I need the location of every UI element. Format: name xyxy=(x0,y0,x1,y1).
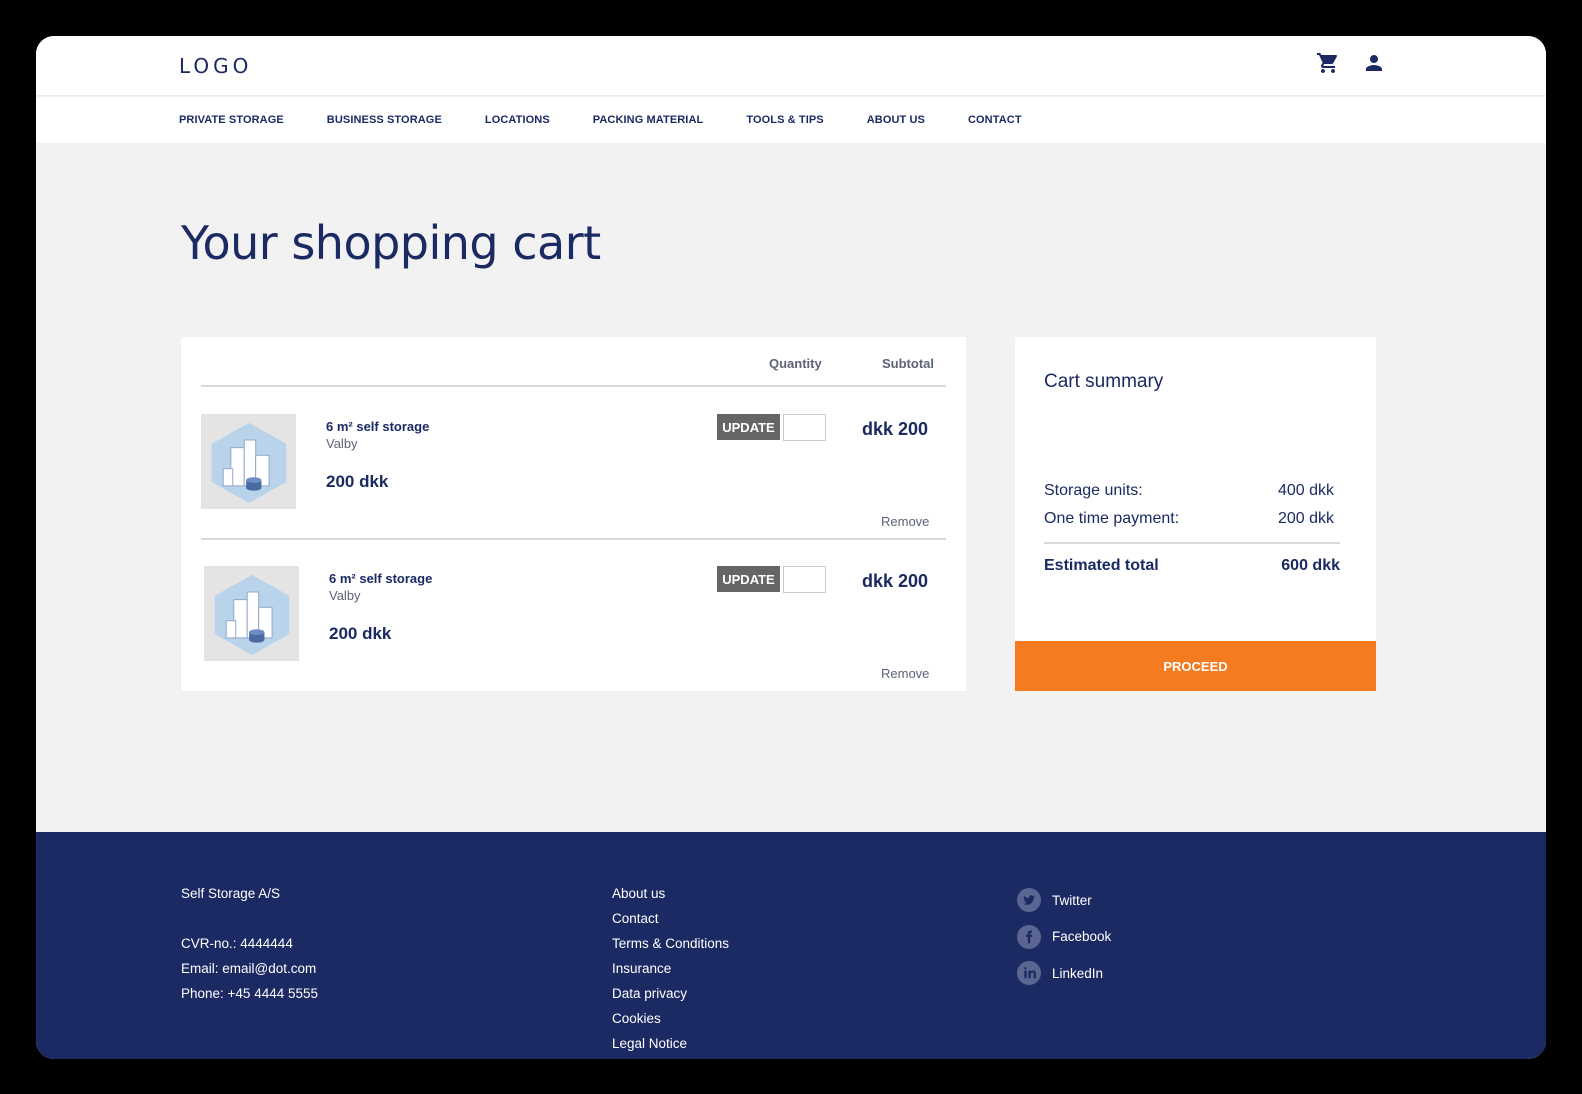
update-button[interactable]: UPDATE xyxy=(717,566,780,592)
footer-link-terms[interactable]: Terms & Conditions xyxy=(612,936,729,961)
footer-link-legal-notice[interactable]: Legal Notice xyxy=(612,1036,729,1059)
social-label: Twitter xyxy=(1052,892,1092,908)
logo[interactable]: LOGO xyxy=(179,54,252,78)
cart-item-row: 6 m² self storage Valby 200 dkk UPDATE d… xyxy=(201,541,946,692)
social-label: Facebook xyxy=(1052,929,1112,945)
footer-link-insurance[interactable]: Insurance xyxy=(612,961,729,986)
cart-item-row: 6 m² self storage Valby 200 dkk UPDATE d… xyxy=(201,389,946,540)
header-icons xyxy=(1316,51,1386,75)
footer-link-contact[interactable]: Contact xyxy=(612,911,729,936)
cvr-number: CVR-no.: 4444444 xyxy=(181,936,293,951)
twitter-icon xyxy=(1017,888,1041,913)
summary-title: Cart summary xyxy=(1044,371,1164,392)
item-subtotal: dkk 200 xyxy=(862,419,929,439)
nav-item-tools-tips[interactable]: TOOLS & TIPS xyxy=(746,114,823,126)
storage-units-value: 400 dkk xyxy=(1277,482,1334,499)
quantity-column-header: Quantity xyxy=(769,356,822,371)
storage-units-label: Storage units: xyxy=(1044,482,1143,499)
user-icon[interactable] xyxy=(1362,51,1386,75)
footer: Self Storage A/S CVR-no.: 4444444 Email:… xyxy=(36,832,1546,1059)
nav-item-contact[interactable]: CONTACT xyxy=(968,114,1022,126)
item-location: Valby xyxy=(326,436,358,451)
nav-item-packing-material[interactable]: PACKING MATERIAL xyxy=(593,114,704,126)
device-frame: LOGO PRIVATE STORAGE BUSINESS STORAGE LO… xyxy=(0,0,1582,1094)
estimated-total-value: 600 dkk xyxy=(1281,557,1340,574)
item-subtotal: dkk 200 xyxy=(862,571,929,591)
subtotal-column-header: Subtotal xyxy=(882,356,934,371)
item-name[interactable]: 6 m² self storage xyxy=(329,571,432,586)
footer-link-data-privacy[interactable]: Data privacy xyxy=(612,986,729,1011)
proceed-button[interactable]: PROCEED xyxy=(1015,641,1376,691)
cart-table: Quantity Subtotal 6 m² self storage Valb… xyxy=(181,337,966,691)
cart-summary: Cart summary Storage units: 400 dkk One … xyxy=(1015,337,1376,691)
linkedin-icon xyxy=(1017,961,1041,986)
social-label: LinkedIn xyxy=(1052,965,1104,981)
page-title: Your shopping cart xyxy=(181,216,601,270)
social-linkedin[interactable]: LinkedIn xyxy=(1017,955,1111,992)
one-time-payment-label: One time payment: xyxy=(1044,510,1180,527)
summary-divider xyxy=(1044,542,1340,544)
nav-item-business-storage[interactable]: BUSINESS STORAGE xyxy=(327,114,442,126)
company-name: Self Storage A/S xyxy=(181,886,281,901)
social-facebook[interactable]: Facebook xyxy=(1017,919,1111,956)
item-price: 200 dkk xyxy=(329,624,392,643)
nav-item-locations[interactable]: LOCATIONS xyxy=(485,114,550,126)
footer-link-about-us[interactable]: About us xyxy=(612,886,729,911)
facebook-icon xyxy=(1017,924,1041,949)
phone: Phone: +45 4444 5555 xyxy=(181,986,319,1001)
company-info: Self Storage A/S CVR-no.: 4444444 Email:… xyxy=(181,886,318,1011)
main-nav: PRIVATE STORAGE BUSINESS STORAGE LOCATIO… xyxy=(36,97,1546,143)
cart-icon[interactable] xyxy=(1316,51,1340,75)
one-time-payment-value: 200 dkk xyxy=(1277,510,1334,527)
storage-unit-image xyxy=(201,414,296,509)
item-location: Valby xyxy=(329,588,361,603)
social-links: Twitter Facebook LinkedIn xyxy=(1017,882,1111,992)
cart-header: Quantity Subtotal xyxy=(201,337,946,387)
quantity-input[interactable] xyxy=(783,414,826,441)
remove-link[interactable]: Remove xyxy=(881,666,929,681)
social-twitter[interactable]: Twitter xyxy=(1017,882,1111,919)
quantity-input[interactable] xyxy=(783,566,826,593)
nav-item-private-storage[interactable]: PRIVATE STORAGE xyxy=(179,114,284,126)
footer-link-cookies[interactable]: Cookies xyxy=(612,1011,729,1036)
email: Email: email@dot.com xyxy=(181,961,317,976)
estimated-total-label: Estimated total xyxy=(1044,557,1159,574)
remove-link[interactable]: Remove xyxy=(881,514,929,529)
browser-viewport: LOGO PRIVATE STORAGE BUSINESS STORAGE LO… xyxy=(36,36,1546,1059)
update-button[interactable]: UPDATE xyxy=(717,414,780,440)
footer-links: About us Contact Terms & Conditions Insu… xyxy=(612,886,729,1059)
top-bar: LOGO xyxy=(36,36,1546,96)
item-price: 200 dkk xyxy=(326,472,389,491)
nav-item-about-us[interactable]: ABOUT US xyxy=(867,114,925,126)
item-name[interactable]: 6 m² self storage xyxy=(326,419,429,434)
storage-unit-image xyxy=(204,566,299,661)
